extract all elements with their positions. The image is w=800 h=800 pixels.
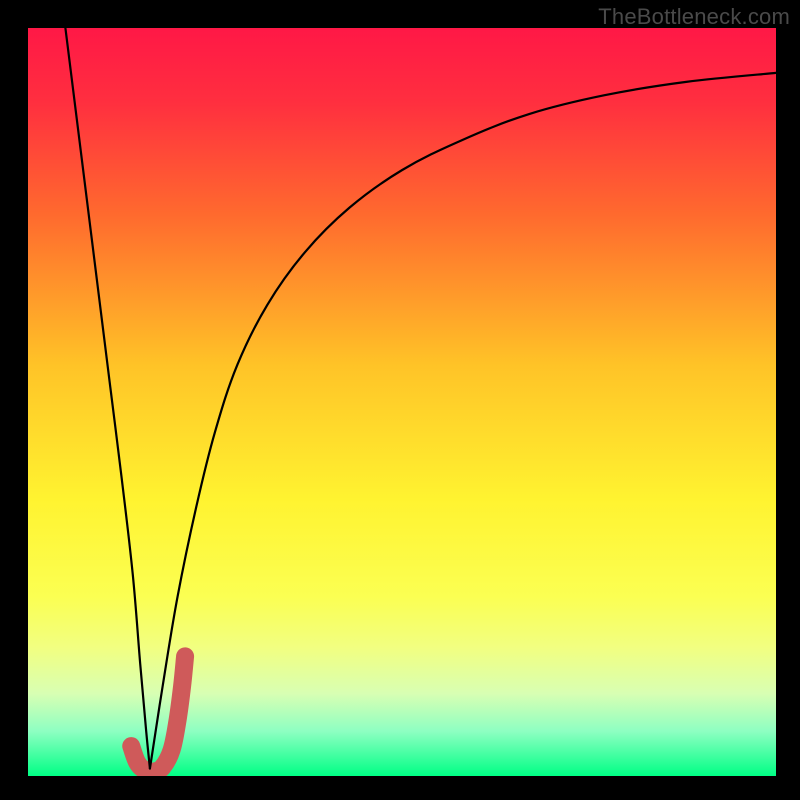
chart-canvas [28, 28, 776, 776]
watermark-label: TheBottleneck.com [598, 4, 790, 30]
chart-frame: TheBottleneck.com [0, 0, 800, 800]
plot-area [28, 28, 776, 776]
